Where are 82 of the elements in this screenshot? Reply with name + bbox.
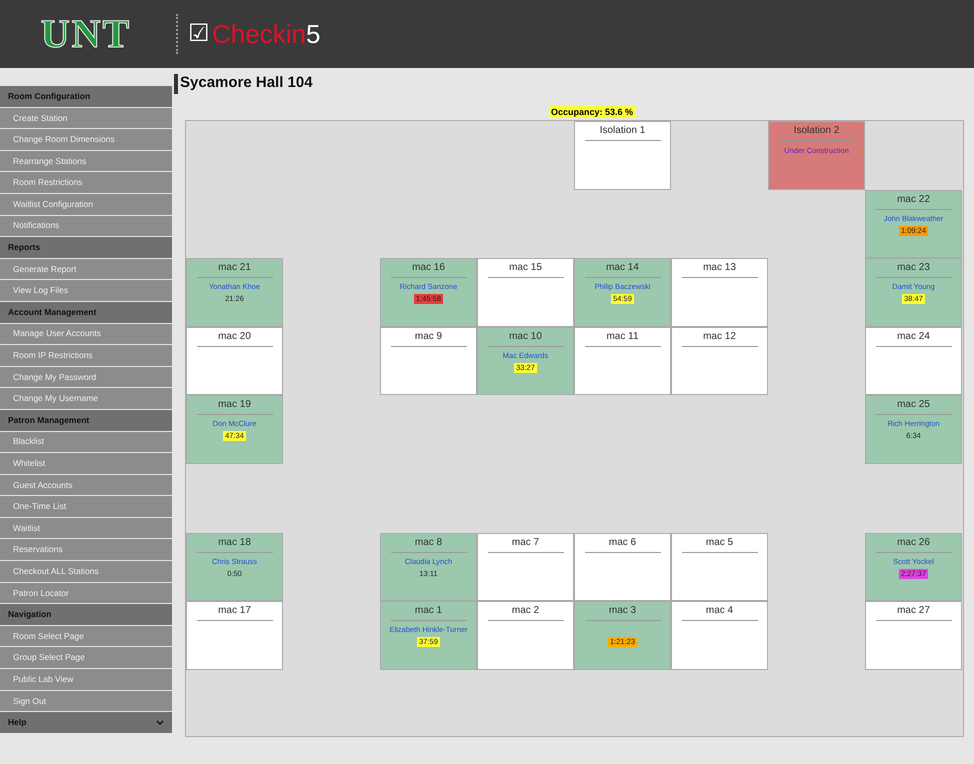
station-label: mac 5 [706, 536, 734, 549]
station-tile[interactable]: mac 12 [671, 326, 768, 396]
station-label: mac 13 [703, 261, 736, 274]
sidebar-item[interactable]: Manage User Accounts [0, 324, 172, 344]
sidebar-item[interactable]: Notifications [0, 216, 172, 236]
sidebar-item[interactable]: Change My Username [0, 388, 172, 409]
sidebar-item[interactable]: Group Select Page [0, 647, 172, 668]
station-label: mac 14 [606, 261, 639, 274]
sidebar-item[interactable]: Sign Out [0, 690, 172, 712]
sidebar-heading[interactable]: Navigation [0, 604, 172, 625]
sidebar-item[interactable]: Room Select Page [0, 626, 172, 646]
sidebar-item[interactable]: Waitlist Configuration [0, 194, 172, 215]
station-label: mac 26 [897, 536, 930, 549]
station-label: mac 21 [218, 261, 251, 274]
station-tile[interactable]: mac 5 [671, 532, 768, 602]
resize-handle[interactable] [174, 74, 178, 94]
occupancy-label: Occupancy: 53.6 % [548, 106, 636, 118]
station-label: mac 17 [218, 604, 251, 618]
station-tile[interactable]: mac 20 [186, 326, 283, 396]
sidebar-item[interactable]: Rearrange Stations [0, 150, 172, 172]
station-label: mac 11 [606, 330, 639, 343]
app-name: Checkin [212, 18, 306, 50]
sidebar-item[interactable]: Room Restrictions [0, 172, 172, 193]
sidebar-item[interactable]: Generate Report [0, 258, 172, 280]
station-label: mac 20 [218, 330, 251, 343]
station-tile[interactable]: mac 4 [671, 601, 768, 670]
sidebar-item[interactable]: Public Lab View [0, 669, 172, 690]
station-label: mac 9 [414, 330, 442, 343]
sidebar-item[interactable]: Patron Locator [0, 582, 172, 604]
sidebar-heading[interactable]: Reports [0, 237, 172, 258]
station-tile[interactable]: mac 11 [574, 326, 671, 396]
station-label: mac 3 [608, 604, 636, 618]
sidebar-item[interactable]: Reservations [0, 539, 172, 560]
station-label: mac 7 [512, 536, 540, 549]
station-label: mac 16 [412, 261, 445, 274]
station-tile[interactable]: mac 2 [477, 601, 574, 670]
sidebar-heading[interactable]: Room Configuration [0, 86, 172, 107]
chevron-down-icon [156, 720, 164, 726]
station-label: mac 27 [897, 604, 930, 618]
logo: UNT [40, 10, 132, 58]
station-tile[interactable]: mac 17 [186, 601, 283, 670]
station-label: mac 12 [703, 330, 736, 343]
sidebar-item[interactable]: Checkout ALL Stations [0, 561, 172, 582]
station-label: mac 6 [608, 536, 636, 549]
station-tile[interactable]: mac 6 [574, 532, 671, 602]
sidebar-item[interactable]: Create Station [0, 108, 172, 128]
station-label: mac 18 [218, 536, 251, 549]
sidebar-heading[interactable]: Account Management [0, 302, 172, 323]
sidebar-item[interactable]: Room IP Restrictions [0, 345, 172, 366]
station-tile[interactable]: mac 13 [671, 258, 768, 327]
room-title: Sycamore Hall 104 [180, 73, 314, 93]
station-tile[interactable]: mac 15 [477, 258, 574, 327]
station-label: mac 25 [897, 398, 930, 412]
station-label: mac 23 [897, 261, 930, 274]
sidebar-heading[interactable]: Help [0, 712, 172, 733]
station-label: mac 4 [706, 604, 734, 618]
station-label: Isolation 1 [600, 124, 646, 137]
station-label: mac 1 [414, 604, 442, 618]
station-tile[interactable]: mac 27 [865, 601, 962, 670]
station-label: mac 10 [509, 330, 542, 343]
checkbox-icon: ☑ [188, 16, 210, 52]
station-label: mac 19 [218, 398, 251, 412]
sidebar-item[interactable]: Whitelist [0, 453, 172, 474]
sidebar-item[interactable]: Change My Password [0, 366, 172, 388]
sidebar-item[interactable]: Change Room Dimensions [0, 129, 172, 150]
station-label: mac 8 [414, 536, 442, 549]
sidebar-item[interactable]: Guest Accounts [0, 474, 172, 496]
station-tile[interactable]: mac 24 [865, 326, 962, 396]
station-label: mac 24 [897, 330, 930, 343]
sidebar-heading[interactable]: Patron Management [0, 410, 172, 430]
sidebar-item[interactable]: Waitlist [0, 518, 172, 538]
station-tile[interactable]: mac 7 [477, 532, 574, 602]
app-version: 5 [306, 18, 320, 50]
sidebar-item[interactable]: One-Time List [0, 496, 172, 517]
station-label: mac 22 [897, 192, 930, 206]
station-tile[interactable]: mac 9 [380, 326, 477, 396]
sidebar-item[interactable]: View Log Files [0, 280, 172, 301]
station-tile[interactable]: Isolation 1 [574, 121, 671, 190]
station-label: mac 15 [509, 261, 542, 274]
sidebar-item[interactable]: Blacklist [0, 432, 172, 452]
station-label: mac 2 [512, 604, 540, 618]
station-label: Isolation 2 [794, 124, 840, 137]
